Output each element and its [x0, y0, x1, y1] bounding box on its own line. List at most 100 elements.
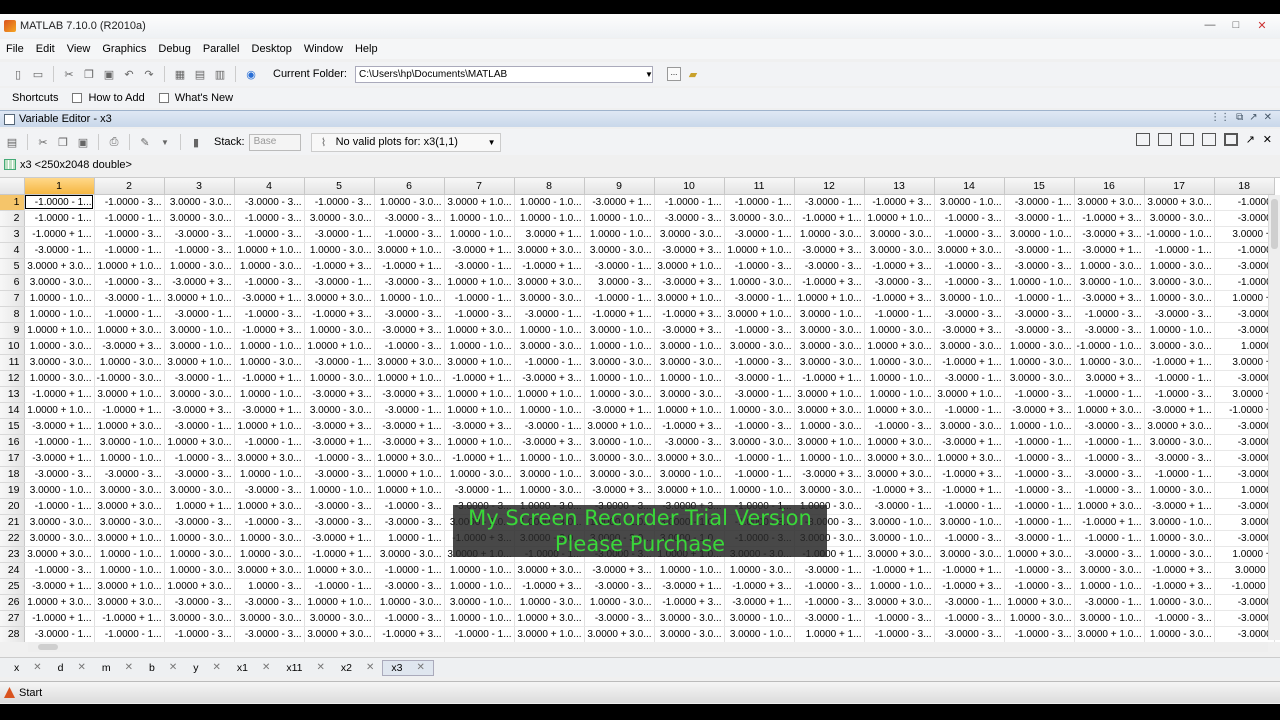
- grid-cell[interactable]: -3.0000 - 1...: [794, 562, 865, 579]
- grid-cell[interactable]: 1.0000 + 3.0...: [1074, 498, 1145, 515]
- grid-cell[interactable]: -1.0000 - 1...: [94, 626, 165, 642]
- grid-cell[interactable]: 3.0000 + 1.0...: [94, 578, 165, 595]
- grid-cell[interactable]: 1.0000 - 1.0...: [584, 370, 655, 387]
- cut-icon[interactable]: ✂: [35, 134, 51, 150]
- grid-cell[interactable]: -1.0000 + 3...: [654, 306, 725, 323]
- grid-cell[interactable]: 1.0000 - 3.0...: [514, 482, 585, 499]
- column-header[interactable]: 12: [794, 178, 865, 195]
- grid-cell[interactable]: 1.0000 - 3.0...: [584, 594, 655, 611]
- grid-cell[interactable]: -3.0000 - 1...: [1004, 194, 1075, 211]
- column-header[interactable]: 6: [374, 178, 445, 195]
- grid-cell[interactable]: 1.0000 - 3.0...: [864, 354, 935, 371]
- row-header[interactable]: 4: [0, 242, 25, 259]
- grid-cell[interactable]: -3.0000 + 3...: [514, 434, 585, 451]
- grid-cell[interactable]: 3.0000 - 1.0...: [934, 290, 1005, 307]
- grid-cell[interactable]: -1.0000 + 3...: [724, 578, 795, 595]
- column-header[interactable]: 2: [94, 178, 165, 195]
- grid-cell[interactable]: -1.0000 - 1...: [94, 210, 165, 227]
- row-header[interactable]: 16: [0, 434, 25, 451]
- grid-cell[interactable]: 1.0000 - 3.0...: [864, 322, 935, 339]
- grid-cell[interactable]: 1.0000 - 3.0...: [794, 418, 865, 435]
- grid-cell[interactable]: -1.0000 - 1...: [374, 562, 445, 579]
- row-header[interactable]: 18: [0, 466, 25, 483]
- grid-cell[interactable]: 1.0000 - 3.0...: [164, 546, 235, 563]
- grid-cell[interactable]: 1.0000 - 3.0...: [94, 354, 165, 371]
- grid-cell[interactable]: -3.0000: [1214, 626, 1275, 642]
- tab-d[interactable]: d ✕: [50, 660, 94, 676]
- grid-cell[interactable]: -3.0000 - 1...: [724, 290, 795, 307]
- copy-icon[interactable]: ❐: [81, 66, 97, 82]
- whats-new-link[interactable]: What's New: [175, 92, 233, 104]
- grid-cell[interactable]: 1.0000 - 1.0...: [444, 562, 515, 579]
- grid-corner[interactable]: [0, 178, 25, 195]
- grid-cell[interactable]: -1.0000 - 1...: [654, 194, 725, 211]
- grid-cell[interactable]: 3.0000 - 1.0...: [934, 194, 1005, 211]
- grid-cell[interactable]: 3.0000 - 1.0...: [514, 466, 585, 483]
- grid-cell[interactable]: 1.0000 - 1.0...: [864, 370, 935, 387]
- grid-cell[interactable]: -1.0000 - 1.0...: [1074, 338, 1145, 355]
- grid-cell[interactable]: -1.0000 - 1...: [514, 354, 585, 371]
- plot-selector[interactable]: ⌇ No valid plots for: x3(1,1) ▼: [310, 132, 501, 152]
- grid-cell[interactable]: -3.0000: [1214, 610, 1275, 627]
- row-header[interactable]: 22: [0, 530, 25, 547]
- grid-cell[interactable]: -1.0000 - 3...: [934, 274, 1005, 291]
- tab-x2[interactable]: x2 ✕: [333, 660, 382, 676]
- grid-cell[interactable]: -3.0000 - 1...: [1004, 530, 1075, 547]
- grid-cell[interactable]: 1.0000 - 3.0...: [1144, 594, 1215, 611]
- grid-cell[interactable]: -1.0000 + 3...: [374, 626, 445, 642]
- row-header[interactable]: 8: [0, 306, 25, 323]
- grid-cell[interactable]: -1.0000 + 1...: [584, 306, 655, 323]
- close-icon[interactable]: ✕: [213, 662, 221, 673]
- grid-cell[interactable]: 3.0000 - 3.0...: [304, 610, 375, 627]
- grid-cell[interactable]: -3.0000 + 1...: [234, 402, 305, 419]
- row-header[interactable]: 13: [0, 386, 25, 403]
- grid-cell[interactable]: -3.0000 - 3...: [1074, 466, 1145, 483]
- grid-cell[interactable]: -1.0000 - 3...: [724, 322, 795, 339]
- grid-cell[interactable]: 3.0000 + 3.0...: [94, 498, 165, 515]
- grid-cell[interactable]: 1.0000 - 1.0...: [374, 290, 445, 307]
- grid-cell[interactable]: -3.0000 - 3...: [1144, 450, 1215, 467]
- column-header[interactable]: 3: [164, 178, 235, 195]
- grid-cell[interactable]: 3.0000 + 3.0...: [24, 258, 95, 275]
- grid-cell[interactable]: -1.0000 - 1...: [724, 450, 795, 467]
- grid-cell[interactable]: -3.0000 - 3...: [234, 626, 305, 642]
- tab-x11[interactable]: x11 ✕: [278, 660, 333, 676]
- row-header[interactable]: 11: [0, 354, 25, 371]
- grid-cell[interactable]: -1.0000 + 1...: [514, 258, 585, 275]
- float-icon[interactable]: [1201, 133, 1216, 146]
- grid-cell[interactable]: 1.0000 - 3.0...: [444, 466, 515, 483]
- grid-cell[interactable]: 3.0000 + 1.0...: [164, 290, 235, 307]
- close-pane-icon[interactable]: ✕: [1263, 133, 1272, 146]
- grid-cell[interactable]: -1.0000 - 3...: [374, 610, 445, 627]
- column-header[interactable]: 5: [304, 178, 375, 195]
- grid-cell[interactable]: -3.0000 + 3...: [794, 242, 865, 259]
- maximize-button[interactable]: □: [1226, 17, 1246, 33]
- grid-cell[interactable]: 3.0000 - 3.0...: [794, 354, 865, 371]
- menu-parallel[interactable]: Parallel: [197, 43, 246, 55]
- row-header[interactable]: 19: [0, 482, 25, 499]
- grid-cell[interactable]: -3.0000 - 3...: [94, 466, 165, 483]
- stack-select[interactable]: Base: [248, 133, 301, 151]
- grid-cell[interactable]: -1.0000 - 3...: [234, 226, 305, 243]
- grid-cell[interactable]: 3.0000 - 3.0...: [654, 626, 725, 642]
- grid-cell[interactable]: -3.0000 + 3...: [1074, 290, 1145, 307]
- scroll-thumb[interactable]: [38, 644, 58, 650]
- row-header[interactable]: 6: [0, 274, 25, 291]
- grid-cell[interactable]: 3.0000 - 3.0...: [584, 242, 655, 259]
- grid-cell[interactable]: -1.0000 - 3...: [934, 210, 1005, 227]
- grid-cell[interactable]: -3.0000 - 1...: [584, 258, 655, 275]
- grid-cell[interactable]: -3.0000 - 3...: [374, 514, 445, 531]
- grid-cell[interactable]: -3.0000 - 3...: [164, 466, 235, 483]
- grid-cell[interactable]: -1.0000 - 3...: [1004, 626, 1075, 642]
- grid-cell[interactable]: 1.0000 - 1.0...: [1074, 578, 1145, 595]
- grid-cell[interactable]: 1.0000 + 1.0...: [374, 370, 445, 387]
- grid-cell[interactable]: -3.0000 - 3...: [934, 626, 1005, 642]
- tab-x1[interactable]: x1 ✕: [229, 660, 278, 676]
- row-header[interactable]: 23: [0, 546, 25, 563]
- grid-cell[interactable]: 1.0000 - 1.0...: [24, 306, 95, 323]
- grid-cell[interactable]: -1.0000 - 1...: [1074, 434, 1145, 451]
- grid-cell[interactable]: -1.0000 - 3...: [1004, 578, 1075, 595]
- grid-cell[interactable]: 3.0000 - 3.0...: [794, 322, 865, 339]
- grid-cell[interactable]: 1.0000 - 3.0...: [304, 322, 375, 339]
- grid-cell[interactable]: -3.0000 - 3...: [374, 306, 445, 323]
